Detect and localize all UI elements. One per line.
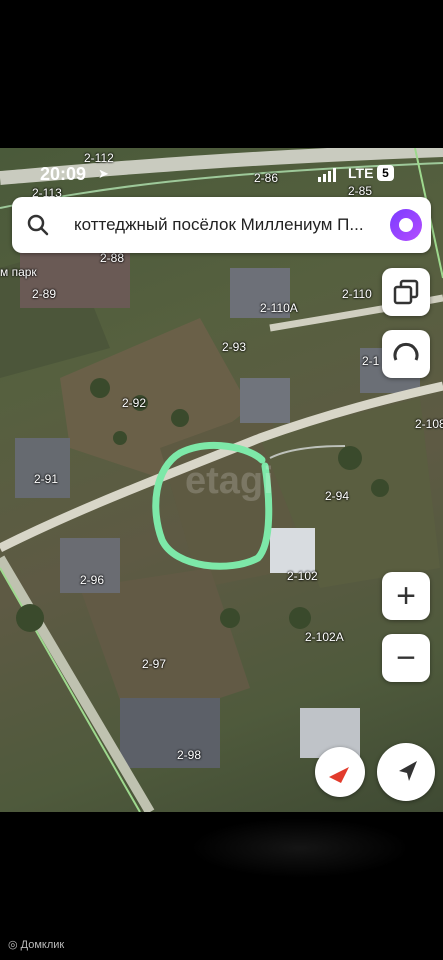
area-label: м парк [0,265,37,279]
location-arrow-icon: ➤ [98,166,109,181]
plot-label: 2-97 [142,657,167,671]
plot-label: 2-89 [32,287,57,301]
etagi-watermark: etagi [185,460,274,502]
plus-icon: + [396,577,416,615]
plot-label: 2-110А [260,301,298,315]
house [120,698,220,768]
zoom-in-button[interactable]: + [382,572,430,620]
search-query[interactable]: коттеджный посёлок Миллениум П... [74,215,374,235]
house [15,438,70,498]
plot-label: 2-98 [177,748,202,762]
plot-label: 2-88 [100,251,125,265]
domclick-brand: Домклик [20,939,65,951]
layers-button[interactable] [382,268,430,316]
plot-label: 2-108 [415,417,443,431]
plot-label: 2-93 [222,340,247,354]
compass-icon [393,342,419,361]
plot-label: 2-94 [325,489,350,503]
plot-label: 2-102А [305,630,344,644]
clock: 20:09 [40,164,87,184]
battery-icon: 5 [377,165,394,181]
zoom-out-button[interactable]: − [382,634,430,682]
route-arrow-icon [329,767,349,783]
compass-button[interactable] [382,330,430,378]
voice-assistant-icon[interactable] [390,209,422,241]
domclick-logo-icon: ◎ [8,939,18,951]
search-icon [27,214,49,236]
network-type: LTE [348,165,374,181]
navigation-arrow-icon [399,761,417,781]
status-bar: 20:09 ➤ LTE 5 [0,160,443,190]
plot-label: 2-110 [342,287,372,301]
footer-watermark: ◎ Домклик [8,938,64,951]
plot-label: 2-102 [287,569,318,583]
house [240,378,290,423]
search-bar[interactable]: коттеджный посёлок Миллениум П... [12,197,431,253]
plot-label: 2-92 [122,396,147,410]
minus-icon: − [396,639,416,677]
signal-icon [318,168,336,182]
my-location-button[interactable] [377,743,435,801]
plot-label: 2-96 [80,573,105,587]
layers-icon [393,279,419,305]
route-button[interactable] [315,747,365,797]
house-white [270,528,315,573]
plot-label: 2-1 [362,354,380,368]
plot-label: 2-91 [34,472,59,486]
blurred-text-area [190,818,410,878]
